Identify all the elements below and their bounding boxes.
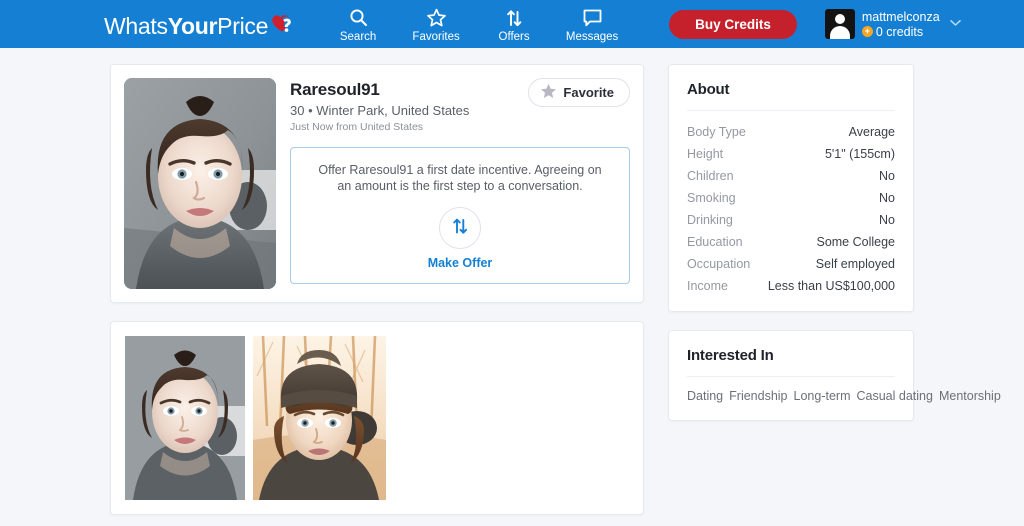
- nav-item-search[interactable]: Search: [319, 5, 397, 44]
- offers-arrows-icon: [450, 216, 470, 241]
- star-icon: [397, 7, 475, 29]
- about-row-value: No: [879, 169, 895, 183]
- star-icon: [540, 83, 557, 102]
- main-nav: Search Favorites Offers Messages: [319, 5, 631, 44]
- logo-text-whats: Whats: [104, 13, 168, 39]
- profile-main-photo[interactable]: [124, 78, 276, 289]
- about-row: Education Some College: [687, 231, 895, 253]
- offer-prompt-text: Offer Raresoul91 a first date incentive.…: [318, 163, 602, 193]
- offers-arrows-icon: [475, 7, 553, 29]
- about-row-value: No: [879, 213, 895, 227]
- about-row-value: Average: [848, 125, 895, 139]
- about-row: Body Type Average: [687, 121, 895, 143]
- about-row-key: Occupation: [687, 257, 751, 271]
- profile-header-card: Raresoul91 30 • Winter Park, United Stat…: [110, 64, 644, 303]
- account-credits-label: 0 credits: [875, 24, 924, 39]
- interest-tag: Casual dating: [856, 389, 933, 403]
- gallery-photo-1[interactable]: [125, 336, 245, 500]
- photo-gallery-card: [110, 321, 644, 515]
- nav-item-offers[interactable]: Offers: [475, 5, 553, 44]
- buy-credits-button[interactable]: Buy Credits: [669, 9, 797, 39]
- about-row: Drinking No: [687, 209, 895, 231]
- interested-in-tag-list: Dating Friendship Long-term Casual dating Me…: [687, 387, 1001, 406]
- favorite-button[interactable]: Favorite: [528, 78, 630, 107]
- search-icon: [319, 7, 397, 29]
- site-header: Whats Your Price Search Favorites Offers…: [0, 0, 1024, 48]
- interest-tag: Dating: [687, 389, 724, 403]
- avatar-body: [829, 26, 850, 39]
- interest-tag: Long-term: [793, 389, 851, 403]
- about-attribute-list: Body Type Average Height 5'1" (155cm) Ch…: [687, 121, 895, 297]
- nav-label-search: Search: [339, 30, 377, 43]
- page-body: Raresoul91 30 • Winter Park, United Stat…: [0, 48, 1024, 526]
- about-row-value: No: [879, 191, 895, 205]
- about-row-key: Drinking: [687, 213, 733, 227]
- interest-tag: Friendship: [729, 389, 788, 403]
- nav-label-favorites: Favorites: [412, 30, 460, 43]
- nav-label-messages: Messages: [565, 30, 619, 43]
- avatar-head: [834, 14, 845, 24]
- make-offer-box: Offer Raresoul91 a first date incentive.…: [290, 147, 630, 284]
- interested-in-panel: Interested In Dating Friendship Long-term C…: [668, 330, 1001, 421]
- interest-tag: Mentorship: [938, 389, 1001, 403]
- about-panel: About Body Type Average Height 5'1" (155…: [668, 64, 914, 312]
- about-row-value: Self employed: [815, 257, 895, 271]
- chevron-down-icon[interactable]: [949, 18, 961, 30]
- profile-activity: Just Now from United States: [290, 121, 424, 133]
- make-offer-button[interactable]: [439, 207, 481, 249]
- about-row-key: Income: [687, 279, 728, 293]
- about-row: Height 5'1" (155cm): [687, 143, 895, 165]
- about-row-key: Smoking: [687, 191, 736, 205]
- about-row-value: Some College: [816, 235, 895, 249]
- about-row: Income Less than US$100,000: [687, 275, 895, 297]
- about-row-key: Education: [687, 235, 743, 249]
- gallery-photo-2[interactable]: [253, 336, 386, 500]
- coin-icon: +: [861, 26, 873, 37]
- about-row-key: Children: [687, 169, 734, 183]
- about-row-value: 5'1" (155cm): [824, 147, 895, 161]
- divider: [687, 376, 895, 377]
- make-offer-label[interactable]: Make Offer: [309, 256, 611, 270]
- nav-item-messages[interactable]: Messages: [553, 5, 631, 44]
- divider: [687, 110, 895, 111]
- favorite-button-label: Favorite: [563, 85, 614, 100]
- site-logo[interactable]: Whats Your Price: [104, 8, 295, 40]
- interested-in-panel-title: Interested In: [687, 347, 774, 364]
- account-username: mattmelconza: [861, 9, 940, 24]
- heart-question-icon: [269, 12, 295, 38]
- account-menu[interactable]: mattmelconza + 0 credits: [824, 9, 961, 39]
- nav-label-offers: Offers: [498, 30, 530, 43]
- account-info: mattmelconza + 0 credits: [861, 9, 940, 39]
- about-row-value: Less than US$100,000: [767, 279, 895, 293]
- account-credits: + 0 credits: [861, 24, 940, 39]
- logo-text-price: Price: [217, 13, 269, 39]
- about-row: Occupation Self employed: [687, 253, 895, 275]
- about-row-key: Height: [687, 147, 724, 161]
- logo-text-your: Your: [167, 13, 218, 39]
- about-row-key: Body Type: [687, 125, 746, 139]
- nav-item-favorites[interactable]: Favorites: [397, 5, 475, 44]
- left-column: Raresoul91 30 • Winter Park, United Stat…: [110, 64, 644, 526]
- avatar: [824, 9, 855, 39]
- message-bubble-icon: [553, 7, 631, 29]
- right-column: About Body Type Average Height 5'1" (155…: [668, 64, 1001, 526]
- about-panel-title: About: [687, 81, 730, 98]
- about-row: Smoking No: [687, 187, 895, 209]
- about-row: Children No: [687, 165, 895, 187]
- profile-details: Raresoul91 30 • Winter Park, United Stat…: [276, 78, 630, 289]
